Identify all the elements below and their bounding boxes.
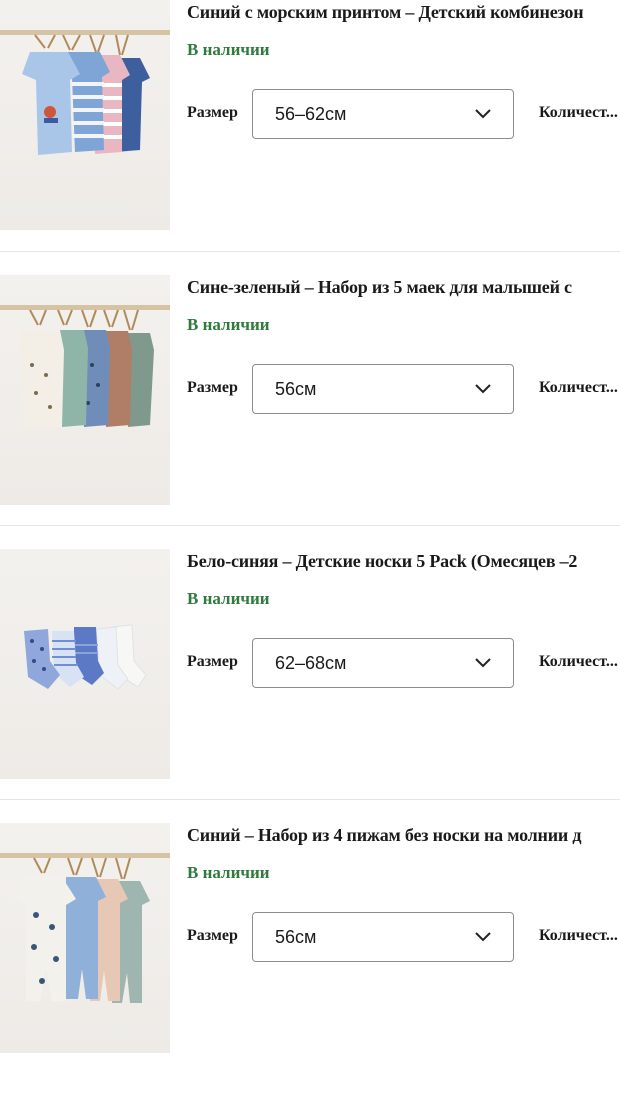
size-label: Размер bbox=[187, 927, 238, 944]
product-title[interactable]: Сине-зеленый – Набор из 5 маек для малыш… bbox=[187, 277, 620, 298]
stock-status: В наличии bbox=[187, 863, 270, 882]
romper-set-icon bbox=[22, 34, 150, 155]
product-image[interactable] bbox=[0, 823, 170, 1053]
product-image[interactable] bbox=[0, 275, 170, 505]
product-image[interactable] bbox=[0, 0, 170, 230]
cart-item: Синий с морским принтом – Детский комбин… bbox=[0, 0, 620, 274]
size-select-value: 56см bbox=[275, 927, 317, 947]
size-label: Размер bbox=[187, 104, 238, 121]
stock-status: В наличии bbox=[187, 40, 270, 59]
product-image[interactable] bbox=[0, 549, 170, 779]
divider bbox=[0, 525, 620, 526]
divider bbox=[0, 251, 620, 252]
product-title[interactable]: Синий – Набор из 4 пижам без носки на мо… bbox=[187, 825, 620, 846]
stock-status: В наличии bbox=[187, 589, 270, 608]
quantity-label: Количест... bbox=[539, 927, 618, 944]
size-label: Размер bbox=[187, 379, 238, 396]
quantity-label: Количест... bbox=[539, 379, 618, 396]
chevron-down-icon bbox=[475, 932, 491, 942]
bodysuit-set-icon bbox=[20, 309, 154, 429]
size-select-value: 62–68см bbox=[275, 653, 347, 673]
chevron-down-icon bbox=[475, 109, 491, 119]
size-select[interactable]: 56–62см bbox=[252, 89, 514, 139]
size-select[interactable]: 56см bbox=[252, 912, 514, 962]
size-select-value: 56–62см bbox=[275, 104, 347, 124]
quantity-label: Количест... bbox=[539, 653, 618, 670]
chevron-down-icon bbox=[475, 384, 491, 394]
chevron-down-icon bbox=[475, 658, 491, 668]
cart-item: Синий – Набор из 4 пижам без носки на мо… bbox=[0, 823, 620, 1097]
quantity-label: Количест... bbox=[539, 104, 618, 121]
size-select[interactable]: 56см bbox=[252, 364, 514, 414]
size-label: Размер bbox=[187, 653, 238, 670]
pajama-set-icon bbox=[14, 857, 150, 1003]
size-select[interactable]: 62–68см bbox=[252, 638, 514, 688]
product-title[interactable]: Бело-синяя – Детские носки 5 Pack (Омеся… bbox=[187, 551, 620, 572]
socks-icon bbox=[24, 624, 147, 690]
cart-item: Сине-зеленый – Набор из 5 маек для малыш… bbox=[0, 275, 620, 549]
size-select-value: 56см bbox=[275, 379, 317, 399]
product-title[interactable]: Синий с морским принтом – Детский комбин… bbox=[187, 2, 620, 23]
divider bbox=[0, 799, 620, 800]
stock-status: В наличии bbox=[187, 315, 270, 334]
cart-item: Бело-синяя – Детские носки 5 Pack (Омеся… bbox=[0, 549, 620, 823]
